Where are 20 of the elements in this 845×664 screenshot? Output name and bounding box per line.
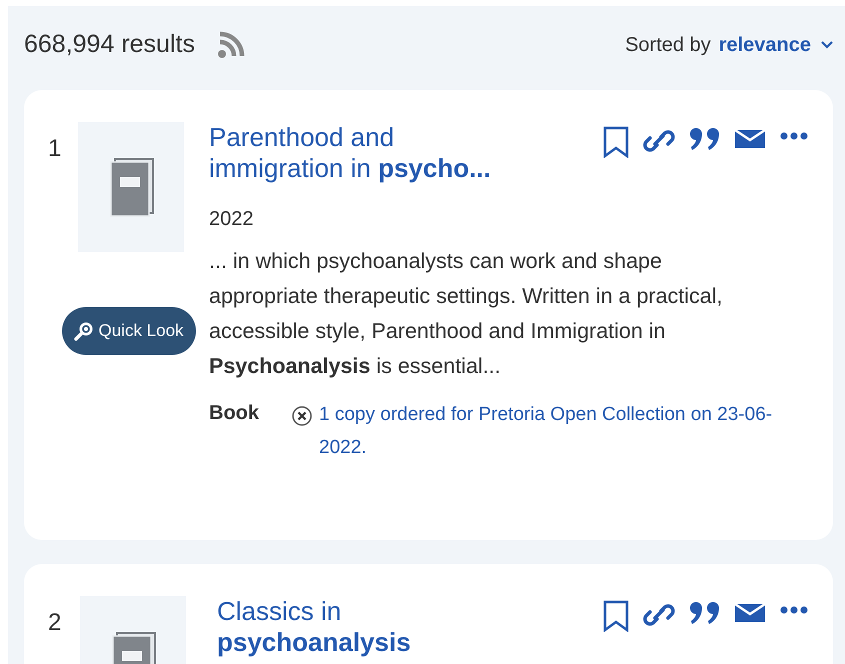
chevron-down-icon (821, 41, 833, 49)
availability-link[interactable]: 1 copy ordered for Pretoria Open Collection on 23-06-2022. (319, 398, 809, 464)
result-title[interactable]: Classics in psychoanalysis (217, 596, 527, 658)
more-icon[interactable] (779, 605, 809, 615)
result-snippet: ... in which psychoanalysts can work and shape appropriate therapeutic settings. Written in a practical, accessible style, Parenthood and Immigration in Psychoanalysis is essential... (209, 248, 724, 380)
quick-look-button[interactable]: Quick Look (62, 307, 196, 354)
result-title[interactable]: Parenthood and immigration in psycho... (209, 122, 519, 184)
bookmark-icon[interactable] (603, 126, 629, 158)
resource-type: Book (209, 401, 260, 426)
bookmark-icon[interactable] (603, 600, 629, 632)
sort-label: Sorted by (625, 33, 711, 58)
more-icon[interactable] (779, 131, 809, 141)
result-number: 2 (48, 608, 62, 638)
results-count: 668,994 results (24, 29, 195, 60)
sort-dropdown[interactable]: relevance (718, 30, 833, 60)
rss-icon[interactable] (216, 31, 245, 59)
publication-year: 2022 (209, 207, 254, 232)
unavailable-icon (291, 405, 313, 427)
magnifier-icon (74, 320, 94, 341)
result-number: 1 (48, 134, 62, 164)
